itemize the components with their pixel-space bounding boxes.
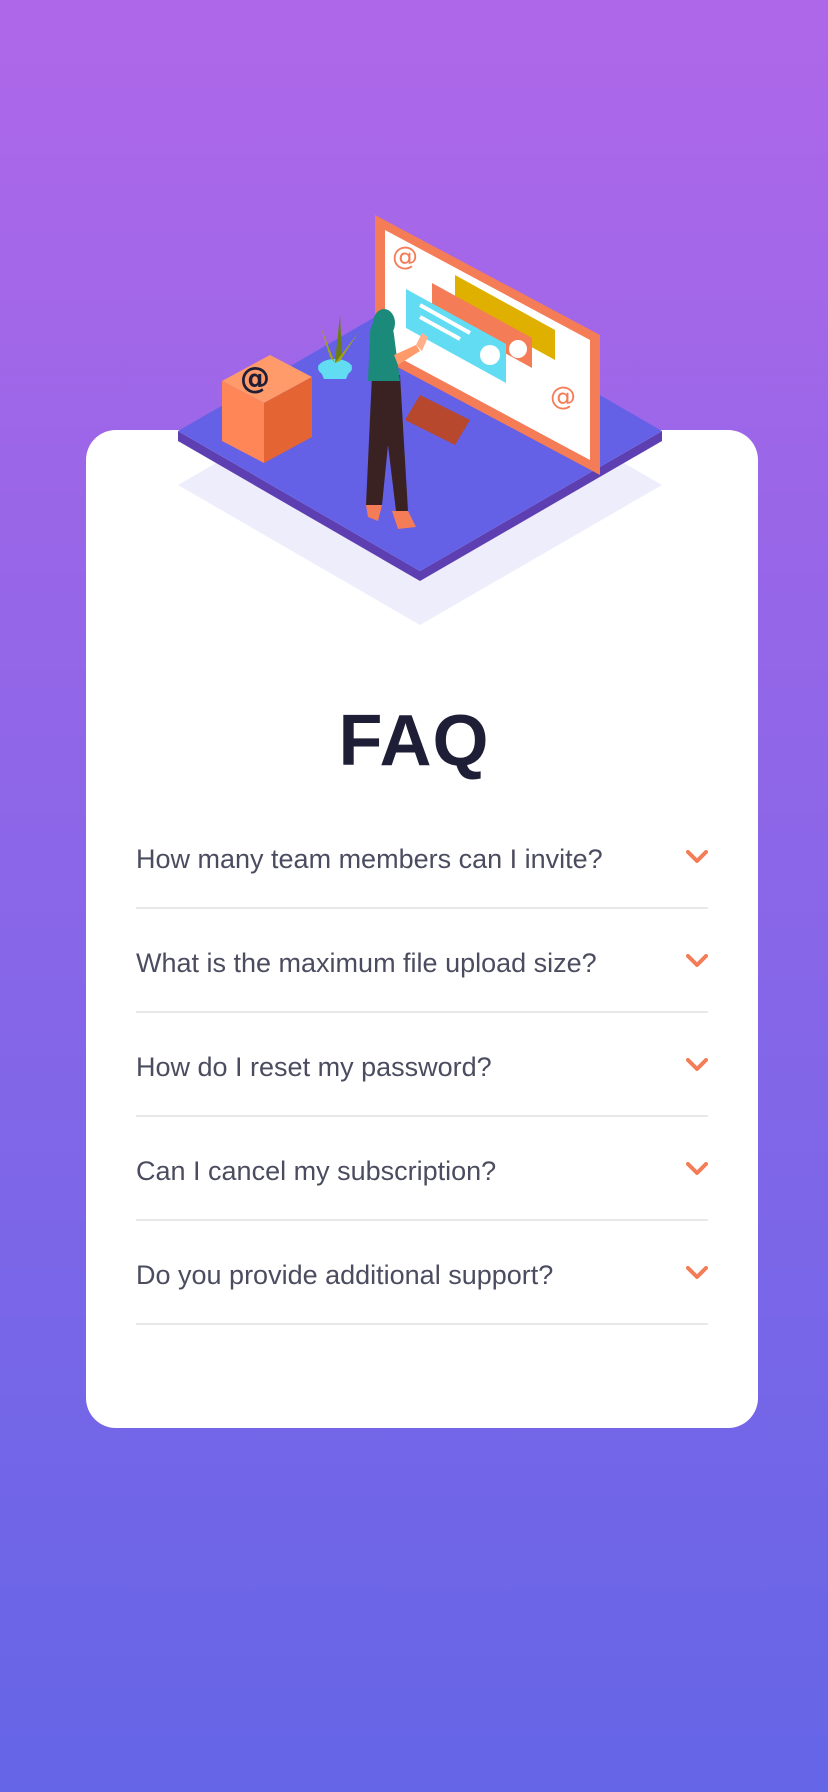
chevron-down-icon (686, 1058, 708, 1071)
svg-text:@: @ (240, 361, 270, 396)
chevron-down-icon (686, 954, 708, 967)
svg-text:@: @ (392, 242, 418, 272)
faq-item[interactable]: How many team members can I invite? (136, 806, 708, 909)
svg-text:@: @ (550, 382, 576, 412)
faq-accordion: How many team members can I invite? What… (136, 806, 708, 1326)
faq-question: What is the maximum file upload size? (136, 948, 597, 978)
chevron-down-icon (686, 1266, 708, 1279)
chevron-down-icon (686, 1162, 708, 1175)
faq-item[interactable]: Can I cancel my subscription? (136, 1118, 708, 1221)
faq-item[interactable]: What is the maximum file upload size? (136, 910, 708, 1013)
chevron-down-icon (686, 850, 708, 863)
faq-question: How do I reset my password? (136, 1052, 492, 1082)
page-title: FAQ (338, 701, 490, 781)
faq-item[interactable]: Do you provide additional support? (136, 1222, 708, 1325)
faq-question: How many team members can I invite? (136, 844, 603, 874)
faq-question: Can I cancel my subscription? (136, 1156, 497, 1186)
woman-online-illustration: @ @ @ (178, 215, 662, 625)
faq-item[interactable]: How do I reset my password? (136, 1014, 708, 1117)
faq-question: Do you provide additional support? (136, 1260, 554, 1290)
